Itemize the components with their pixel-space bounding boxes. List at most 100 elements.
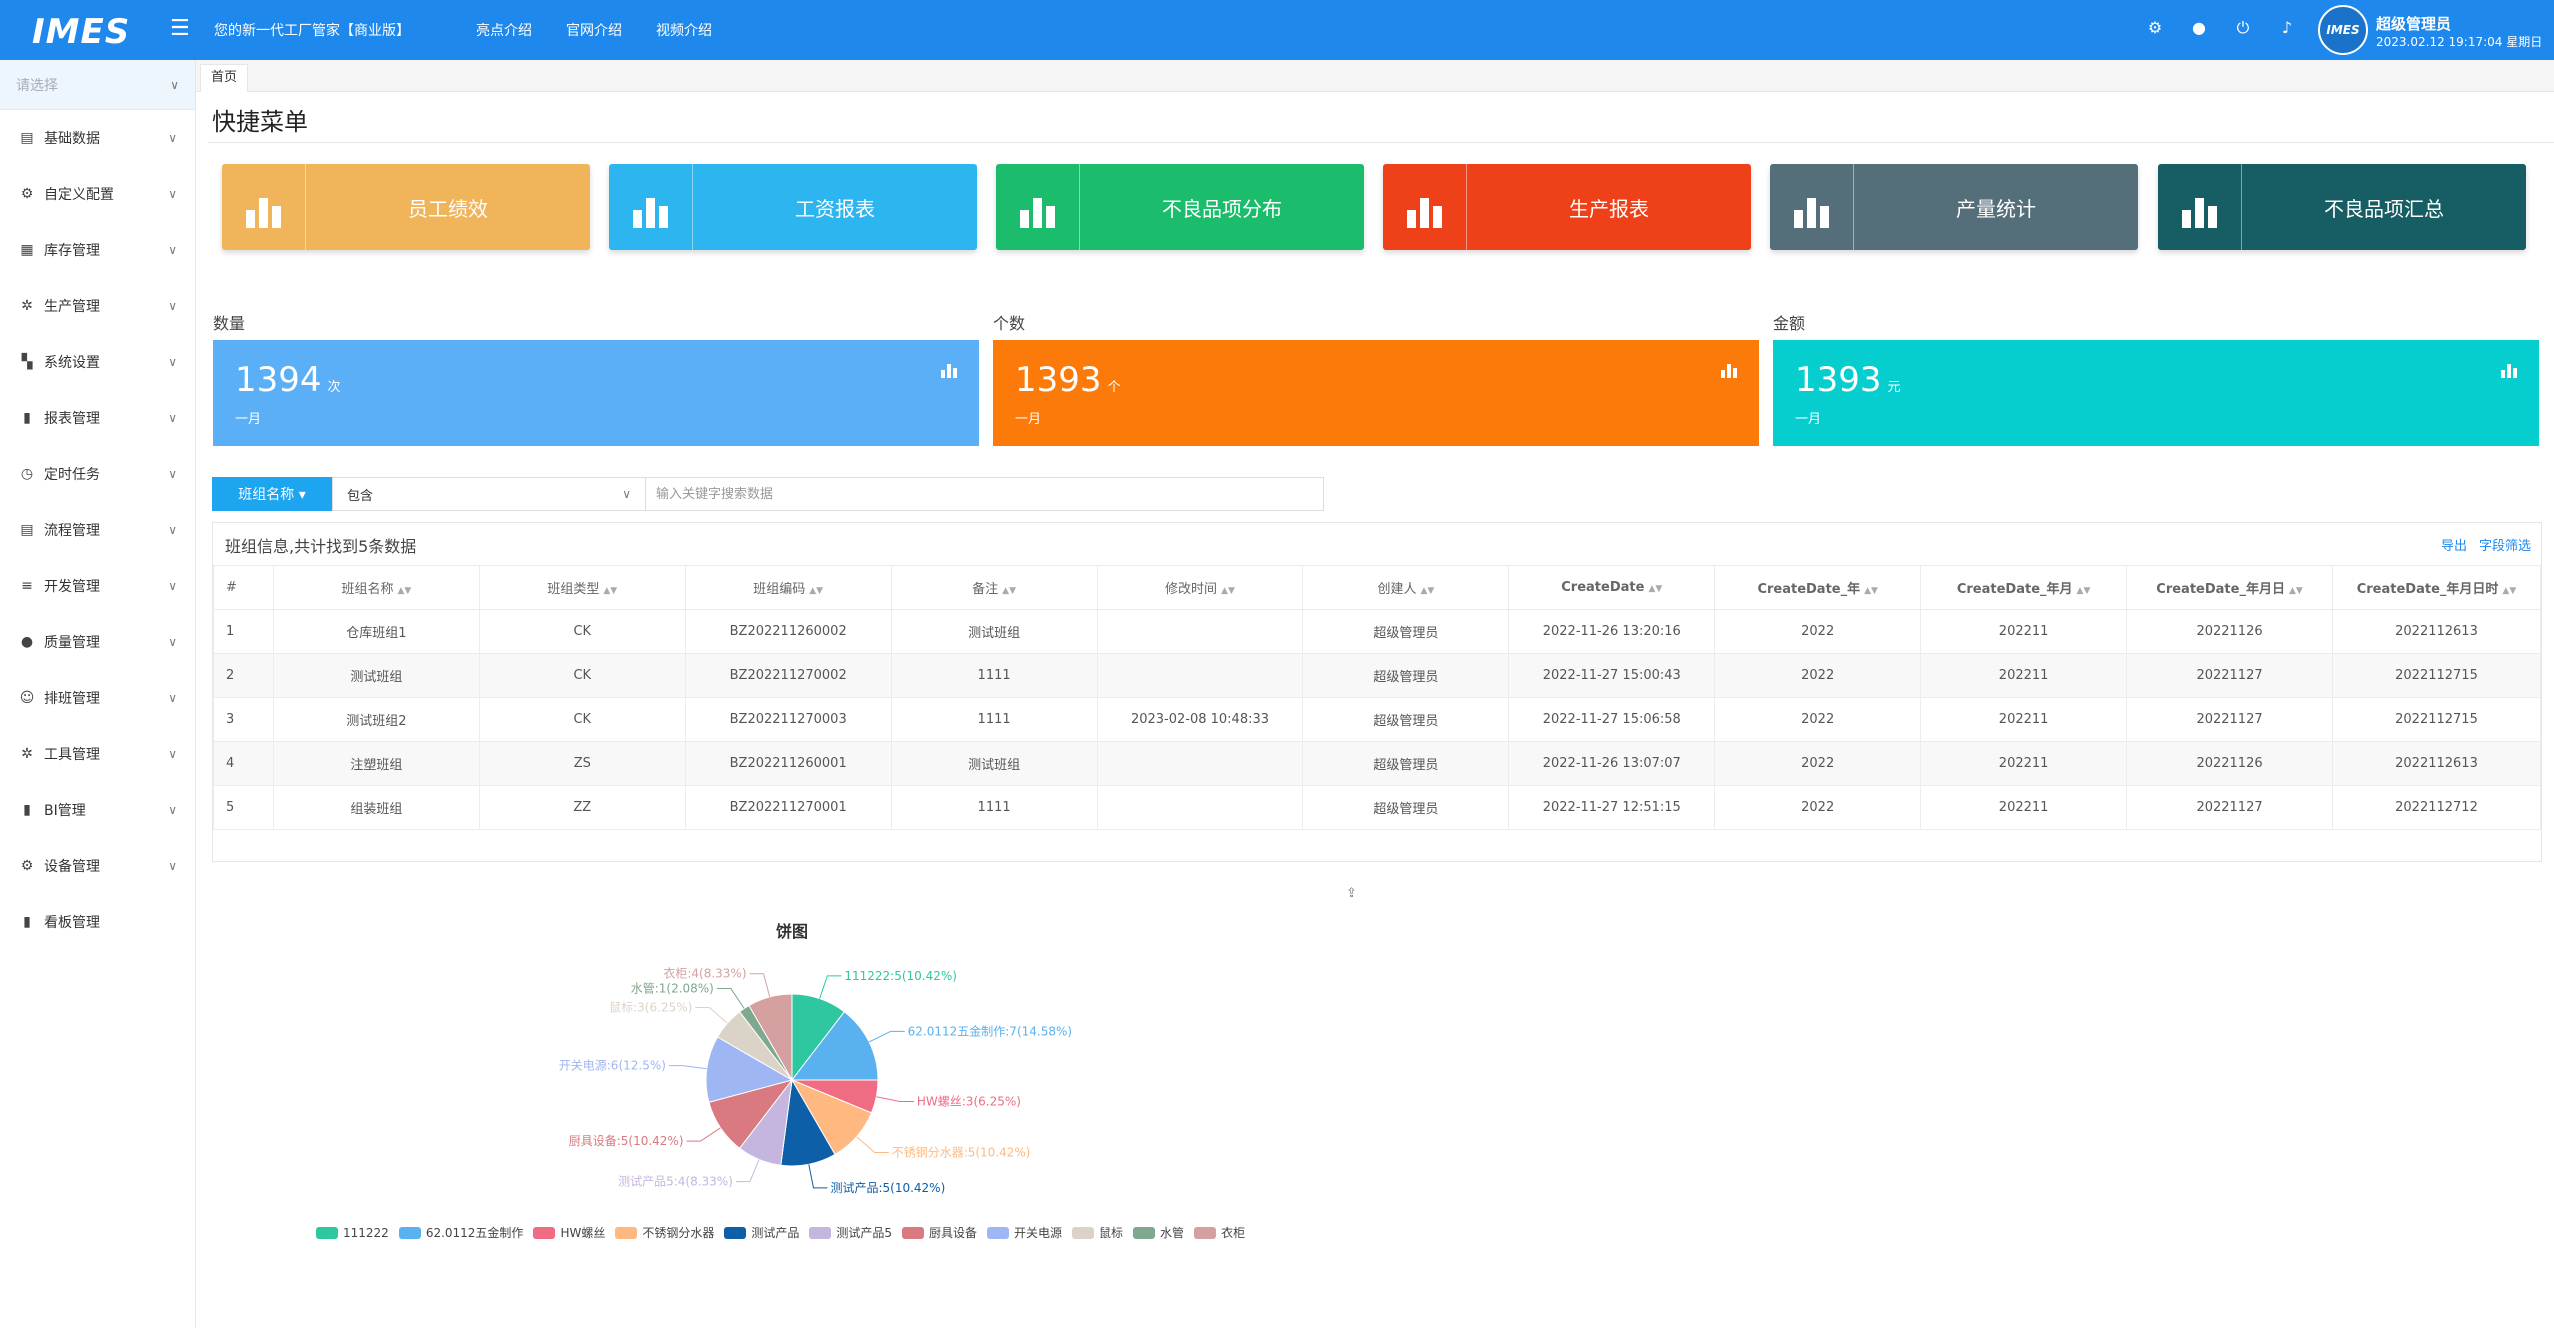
- legend-item[interactable]: 水管: [1133, 1224, 1184, 1241]
- sort-icon[interactable]: ▲▼: [809, 586, 823, 596]
- chevron-down-icon: ∨: [168, 803, 177, 817]
- quick-menu-card[interactable]: 不良品项汇总: [2158, 164, 2526, 250]
- column-header[interactable]: 修改时间 ▲▼: [1096, 565, 1304, 610]
- sidebar-select[interactable]: 请选择 ∨: [0, 60, 195, 110]
- table-cell: 2022112613: [2332, 609, 2541, 654]
- sort-icon[interactable]: ▲▼: [2502, 586, 2516, 596]
- table-row[interactable]: 5 组装班组 ZZ BZ202211270001 1111 超级管理员 2022-11-27…: [213, 785, 2541, 830]
- column-header[interactable]: CreateDate_年 ▲▼: [1714, 565, 1922, 610]
- legend-item[interactable]: 鼠标: [1072, 1224, 1123, 1241]
- sort-icon[interactable]: ▲▼: [1420, 586, 1434, 596]
- legend-item[interactable]: 测试产品5: [809, 1224, 892, 1241]
- column-header[interactable]: 班组名称 ▲▼: [272, 565, 480, 610]
- sort-icon[interactable]: ▲▼: [1221, 586, 1235, 596]
- legend-item[interactable]: 不锈钢分水器: [615, 1224, 714, 1241]
- menu-toggle-icon[interactable]: ☰: [170, 16, 190, 41]
- sidebar-item[interactable]: ⚙ 自定义配置 ∨: [0, 166, 195, 222]
- table-cell: 20221126: [2126, 609, 2333, 654]
- sidebar-item[interactable]: ▦ 库存管理 ∨: [0, 222, 195, 278]
- quick-menu-card[interactable]: 工资报表: [609, 164, 977, 250]
- sidebar-item[interactable]: ● 质量管理 ∨: [0, 614, 195, 670]
- user-name[interactable]: 超级管理员: [2376, 13, 2451, 34]
- sort-icon[interactable]: ▲▼: [1648, 584, 1662, 594]
- menu-icon: ≡: [21, 578, 33, 594]
- table-cell: 2022: [1714, 697, 1922, 742]
- sidebar-item[interactable]: ✲ 工具管理 ∨: [0, 726, 195, 782]
- table-row[interactable]: 3 测试班组2 CK BZ202211270003 1111 2023-02-08 10:…: [213, 697, 2541, 742]
- bar-chart-icon: [1770, 164, 1854, 250]
- sidebar-item[interactable]: ▮ 看板管理: [0, 894, 195, 950]
- table-cell: 20221127: [2126, 785, 2333, 830]
- quick-menu-card[interactable]: 不良品项分布: [996, 164, 1364, 250]
- sort-icon[interactable]: ▲▼: [2289, 586, 2303, 596]
- column-header[interactable]: 备注 ▲▼: [890, 565, 1098, 610]
- table-row[interactable]: 1 仓库班组1 CK BZ202211260002 测试班组 超级管理员 2022-11-2…: [213, 609, 2541, 654]
- bar-chart-icon: [2501, 362, 2517, 378]
- app-logo[interactable]: IMES: [32, 12, 130, 52]
- quick-menu-card[interactable]: 产量统计: [1770, 164, 2138, 250]
- sidebar-item[interactable]: ◷ 定时任务 ∨: [0, 446, 195, 502]
- bell-icon[interactable]: ♪: [2278, 18, 2296, 38]
- column-header[interactable]: 创建人 ▲▼: [1302, 565, 1510, 610]
- chart-export-icon[interactable]: ⇪: [1346, 886, 1357, 901]
- column-header[interactable]: 班组类型 ▲▼: [478, 565, 686, 610]
- sidebar-item[interactable]: ▮ 报表管理 ∨: [0, 390, 195, 446]
- sidebar-item[interactable]: ▤ 基础数据 ∨: [0, 110, 195, 166]
- legend-item[interactable]: 测试产品: [724, 1224, 799, 1241]
- tab-home[interactable]: 首页: [200, 64, 249, 92]
- column-header-label: 备注: [972, 582, 999, 597]
- field-filter-button[interactable]: 字段筛选: [2479, 535, 2531, 554]
- page-title: 快捷菜单: [212, 108, 308, 136]
- quick-menu-card[interactable]: 员工绩效: [222, 164, 590, 250]
- settings-icon[interactable]: ⚙: [2146, 18, 2164, 38]
- search-field-dropdown[interactable]: 班组名称 ▾: [212, 477, 332, 511]
- sort-icon[interactable]: ▲▼: [603, 586, 617, 596]
- nav-video[interactable]: 视频介绍: [656, 20, 712, 40]
- column-header[interactable]: 班组编码 ▲▼: [684, 565, 892, 610]
- legend-label: 测试产品5: [836, 1226, 892, 1240]
- quick-menu-card[interactable]: 生产报表: [1383, 164, 1751, 250]
- sort-icon[interactable]: ▲▼: [2077, 586, 2091, 596]
- user-icon[interactable]: ●: [2190, 18, 2208, 38]
- legend-item[interactable]: 厨具设备: [902, 1224, 977, 1241]
- legend-label: 水管: [1160, 1226, 1185, 1240]
- sort-icon[interactable]: ▲▼: [1002, 586, 1016, 596]
- column-header[interactable]: CreateDate_年月日 ▲▼: [2126, 565, 2333, 610]
- legend-item[interactable]: HW螺丝: [533, 1224, 605, 1241]
- nav-highlights[interactable]: 亮点介绍: [476, 20, 532, 40]
- column-header[interactable]: CreateDate ▲▼: [1508, 565, 1716, 610]
- sort-icon[interactable]: ▲▼: [397, 586, 411, 596]
- stat-unit: 个: [1107, 380, 1121, 395]
- legend-item[interactable]: 开关电源: [987, 1224, 1062, 1241]
- table-cell: 1111: [890, 653, 1098, 698]
- sidebar-item[interactable]: ✲ 生产管理 ∨: [0, 278, 195, 334]
- column-header[interactable]: CreateDate_年月日时 ▲▼: [2332, 565, 2541, 610]
- search-operator-select[interactable]: 包含 ∨: [332, 477, 646, 511]
- sidebar-item[interactable]: ▮ BI管理 ∨: [0, 782, 195, 838]
- stat-label: 个数: [993, 314, 1026, 333]
- column-header[interactable]: CreateDate_年月 ▲▼: [1920, 565, 2128, 610]
- sidebar-item-label: 报表管理: [44, 411, 100, 427]
- sidebar-item[interactable]: ≡ 开发管理 ∨: [0, 558, 195, 614]
- stat-card: 1393 个 一月: [993, 340, 1759, 446]
- search-input[interactable]: [646, 477, 1324, 511]
- column-header-label: 创建人: [1377, 582, 1417, 597]
- table-cell: 202211: [1920, 609, 2128, 654]
- nav-official-site[interactable]: 官网介绍: [566, 20, 622, 40]
- legend-item[interactable]: 衣柜: [1194, 1224, 1245, 1241]
- sidebar-item[interactable]: ☺ 排班管理 ∨: [0, 670, 195, 726]
- sidebar-item[interactable]: ⚙ 设备管理 ∨: [0, 838, 195, 894]
- stat-value: 1393: [1795, 360, 1882, 400]
- table-row[interactable]: 2 测试班组 CK BZ202211270002 1111 超级管理员 2022-11-27…: [213, 653, 2541, 698]
- legend-item[interactable]: 62.0112五金制作: [398, 1224, 523, 1241]
- avatar[interactable]: IMES: [2318, 5, 2368, 55]
- stat-card: 1394 次 一月: [213, 340, 979, 446]
- sidebar-item[interactable]: ▚ 系统设置 ∨: [0, 334, 195, 390]
- sort-icon[interactable]: ▲▼: [1864, 586, 1878, 596]
- legend-item[interactable]: 111222: [316, 1224, 389, 1241]
- sidebar-item[interactable]: ▤ 流程管理 ∨: [0, 502, 195, 558]
- export-button[interactable]: 导出: [2441, 535, 2467, 554]
- power-icon[interactable]: ⏻: [2234, 18, 2252, 38]
- table-row[interactable]: 4 注塑班组 ZS BZ202211260001 测试班组 超级管理员 2022-11-26…: [213, 741, 2541, 786]
- bar-chart-icon: [2158, 164, 2242, 250]
